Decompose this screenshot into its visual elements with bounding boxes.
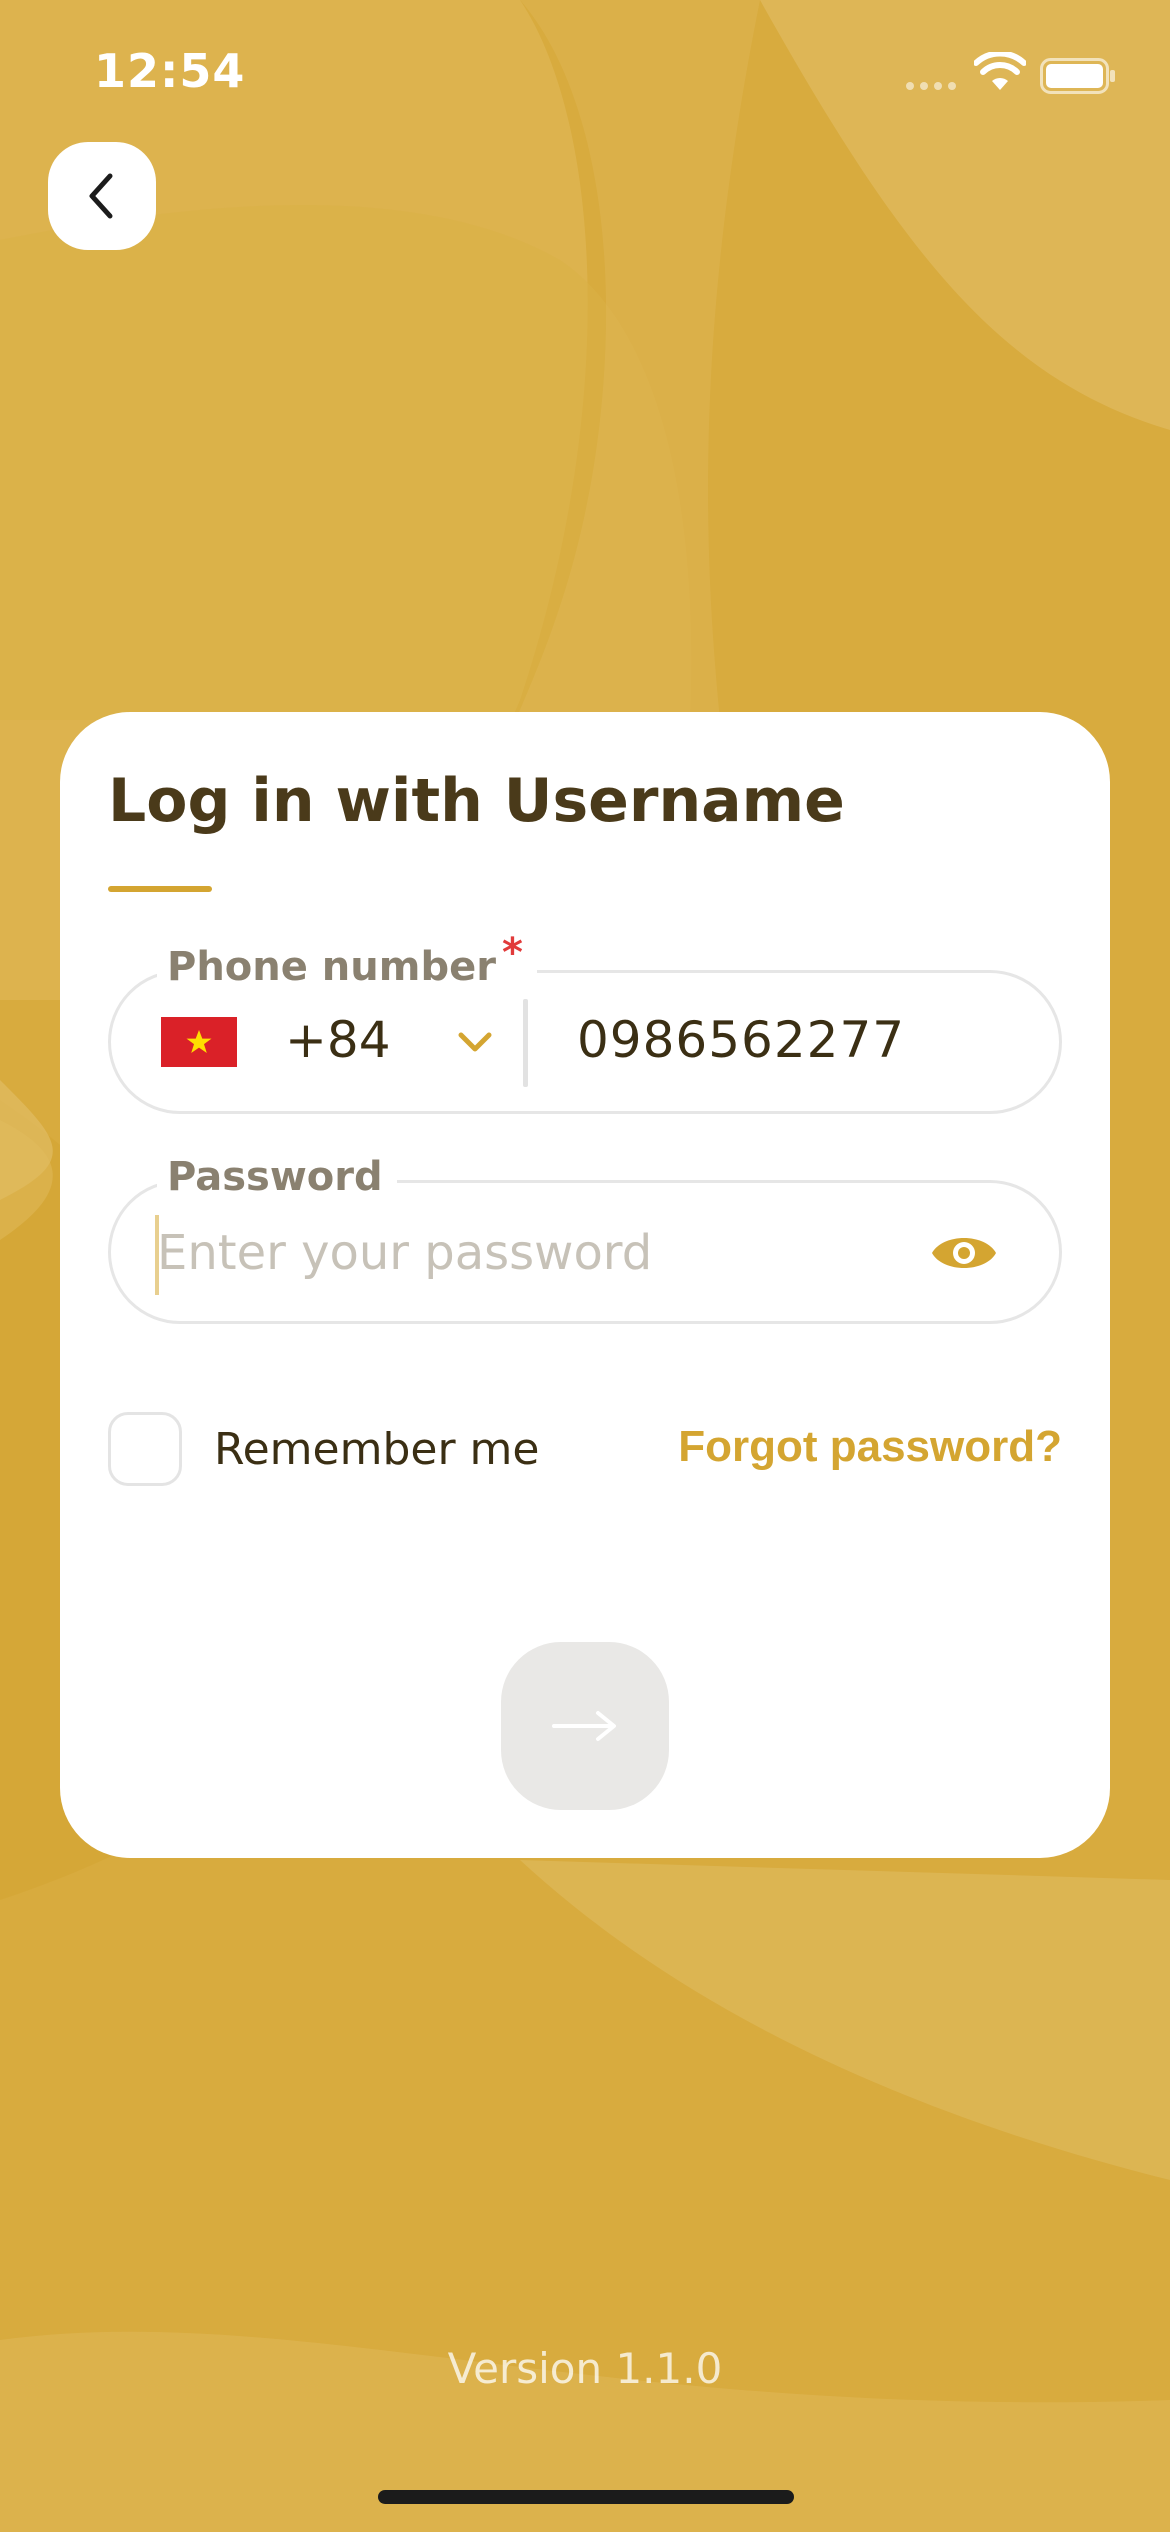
phone-number-input[interactable]: 0986562277 — [577, 1011, 905, 1069]
password-input[interactable] — [157, 1213, 917, 1293]
battery-icon — [1040, 58, 1115, 94]
title-underline — [108, 886, 212, 892]
remember-me-checkbox[interactable] — [108, 1412, 182, 1486]
status-time: 12:54 — [94, 44, 246, 98]
page-title: Log in with Username — [108, 766, 845, 836]
login-card: Log in with Username Phone number * +84 0… — [60, 712, 1110, 1858]
phone-number-label: Phone number * — [157, 930, 537, 997]
password-label: Password — [157, 1147, 397, 1207]
chevron-down-icon[interactable] — [455, 1029, 495, 1057]
eye-icon[interactable] — [929, 1223, 999, 1283]
remember-me-label[interactable]: Remember me — [214, 1424, 539, 1475]
field-divider — [523, 999, 528, 1087]
cellular-signal-icon — [906, 82, 956, 90]
phone-number-field[interactable]: Phone number * +84 0986562277 — [108, 930, 1062, 1114]
wifi-icon — [974, 52, 1026, 90]
status-bar: 12:54 — [0, 0, 1170, 150]
password-field[interactable]: Password — [108, 1147, 1062, 1324]
back-button[interactable] — [48, 142, 156, 250]
arrow-right-icon — [552, 1711, 616, 1741]
country-dial-code[interactable]: +84 — [285, 1011, 391, 1069]
chevron-left-icon — [89, 173, 113, 219]
app-version: Version 1.1.0 — [447, 2344, 723, 2393]
vietnam-flag-icon[interactable] — [161, 1017, 237, 1067]
required-marker: * — [501, 930, 523, 976]
submit-button[interactable] — [501, 1642, 669, 1810]
home-indicator[interactable] — [378, 2490, 794, 2504]
forgot-password-link[interactable]: Forgot password? — [678, 1422, 1062, 1472]
star-icon — [186, 1030, 212, 1053]
